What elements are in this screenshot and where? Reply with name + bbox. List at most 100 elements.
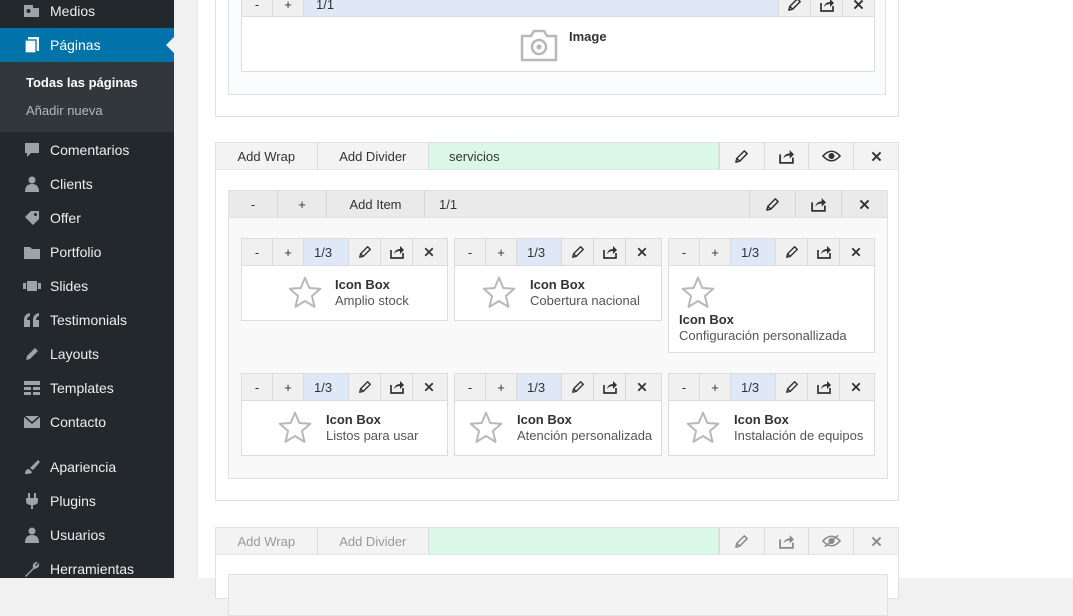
close-icon[interactable] — [853, 143, 898, 169]
brush-icon — [22, 457, 42, 477]
menu-item-testimonials[interactable]: Testimonials — [0, 303, 174, 337]
grow-button[interactable]: + — [700, 374, 731, 400]
slides-icon — [22, 276, 42, 296]
close-icon[interactable] — [412, 374, 444, 400]
image-element-toolbar: - + 1/1 — [242, 0, 874, 17]
size-label: 1/3 — [304, 239, 348, 265]
share-icon[interactable] — [763, 528, 809, 554]
add-wrap-button[interactable]: Add Wrap — [216, 143, 318, 169]
share-icon[interactable] — [795, 191, 841, 217]
share-icon[interactable] — [807, 239, 839, 265]
grow-button[interactable]: + — [273, 239, 304, 265]
grow-button[interactable]: + — [486, 374, 517, 400]
folder-icon — [22, 242, 42, 262]
add-item-button[interactable]: Add Item — [327, 191, 425, 217]
menu-item-media[interactable]: Medios — [0, 0, 174, 28]
pages-submenu: Todas las páginas Añadir nueva — [0, 62, 174, 132]
close-icon[interactable] — [412, 239, 444, 265]
edit-icon[interactable] — [348, 239, 380, 265]
wrap-name-label[interactable] — [429, 528, 719, 554]
menu-item-templates[interactable]: Templates — [0, 371, 174, 405]
close-icon[interactable] — [839, 239, 871, 265]
shrink-button[interactable]: - — [242, 374, 273, 400]
edit-icon[interactable] — [778, 0, 810, 16]
icon-box-title: Icon Box — [530, 277, 585, 292]
size-label: 1/3 — [517, 374, 561, 400]
shrink-button[interactable]: - — [242, 0, 273, 16]
grow-button[interactable]: + — [273, 374, 304, 400]
column-container — [228, 574, 888, 616]
icon-box-item: - + 1/3 Icon Box Amplio stock — [241, 238, 448, 321]
menu-item-slides[interactable]: Slides — [0, 269, 174, 303]
user-icon — [22, 174, 42, 194]
edit-icon[interactable] — [561, 374, 593, 400]
grow-button[interactable]: + — [700, 239, 731, 265]
menu-item-users[interactable]: Usuarios — [0, 518, 174, 552]
share-icon[interactable] — [380, 374, 412, 400]
wrap-name-label[interactable]: servicios — [429, 143, 719, 169]
close-icon[interactable] — [841, 191, 887, 217]
wrap-section-top: - + 1/1 Image — [215, 0, 899, 117]
grow-button[interactable]: + — [486, 239, 517, 265]
item-toolbar: - + 1/3 — [669, 239, 874, 266]
wrap-section-hidden: Add Wrap Add Divider — [215, 527, 899, 616]
add-divider-button[interactable]: Add Divider — [318, 143, 430, 169]
grow-button[interactable]: + — [273, 0, 304, 16]
wrap-toolbar: Add Wrap Add Divider servicios — [216, 143, 898, 170]
icon-box-title: Icon Box — [679, 312, 734, 327]
close-icon[interactable] — [853, 528, 898, 554]
item-toolbar: - + 1/3 — [669, 374, 874, 401]
submenu-all-pages[interactable]: Todas las páginas — [26, 75, 138, 90]
star-icon — [287, 275, 323, 311]
share-icon[interactable] — [810, 0, 842, 16]
close-icon[interactable] — [625, 239, 657, 265]
close-icon[interactable] — [842, 0, 874, 16]
item-toolbar: - + 1/3 — [455, 374, 661, 401]
icon-box-item: - + 1/3 Icon Box Listos para usar — [241, 373, 448, 456]
shrink-button[interactable]: - — [455, 374, 486, 400]
icon-box-item: - + 1/3 Icon Box Cobertura nacional — [454, 238, 662, 321]
menu-item-plugins[interactable]: Plugins — [0, 484, 174, 518]
menu-item-layouts[interactable]: Layouts — [0, 337, 174, 371]
mail-icon — [22, 412, 42, 432]
edit-icon[interactable] — [775, 239, 807, 265]
close-icon[interactable] — [625, 374, 657, 400]
add-wrap-button[interactable]: Add Wrap — [216, 528, 318, 554]
edit-icon[interactable] — [749, 191, 795, 217]
media-icon — [22, 1, 42, 21]
menu-item-contact[interactable]: Contacto — [0, 405, 174, 439]
shrink-button[interactable]: - — [669, 374, 700, 400]
menu-item-offer[interactable]: Offer — [0, 201, 174, 235]
share-icon[interactable] — [763, 143, 809, 169]
share-icon[interactable] — [380, 239, 412, 265]
edit-icon[interactable] — [718, 143, 764, 169]
eye-off-icon[interactable] — [808, 528, 853, 554]
menu-label-tools: Herramientas — [50, 561, 135, 577]
menu-item-pages[interactable]: Páginas — [0, 28, 174, 62]
edit-icon[interactable] — [775, 374, 807, 400]
close-icon[interactable] — [839, 374, 871, 400]
share-icon[interactable] — [807, 374, 839, 400]
eye-icon[interactable] — [808, 143, 853, 169]
share-icon[interactable] — [593, 239, 625, 265]
shrink-button[interactable]: - — [455, 239, 486, 265]
menu-item-comments[interactable]: Comentarios — [0, 133, 174, 167]
menu-item-appearance[interactable]: Apariencia — [0, 450, 174, 484]
menu-item-portfolio[interactable]: Portfolio — [0, 235, 174, 269]
shrink-button[interactable]: - — [242, 239, 273, 265]
menu-item-clients[interactable]: Clients — [0, 167, 174, 201]
submenu-add-new[interactable]: Añadir nueva — [26, 103, 103, 118]
menu-label-slides: Slides — [50, 278, 89, 294]
grow-button[interactable]: + — [278, 191, 327, 217]
size-label: 1/3 — [731, 239, 775, 265]
shrink-button[interactable]: - — [229, 191, 278, 217]
item-toolbar: - + 1/3 — [242, 239, 447, 266]
edit-icon[interactable] — [718, 528, 764, 554]
shrink-button[interactable]: - — [669, 239, 700, 265]
add-divider-button[interactable]: Add Divider — [318, 528, 430, 554]
menu-label-plugins: Plugins — [50, 493, 96, 509]
share-icon[interactable] — [593, 374, 625, 400]
edit-icon[interactable] — [561, 239, 593, 265]
edit-icon[interactable] — [348, 374, 380, 400]
menu-item-tools[interactable]: Herramientas — [0, 552, 174, 586]
